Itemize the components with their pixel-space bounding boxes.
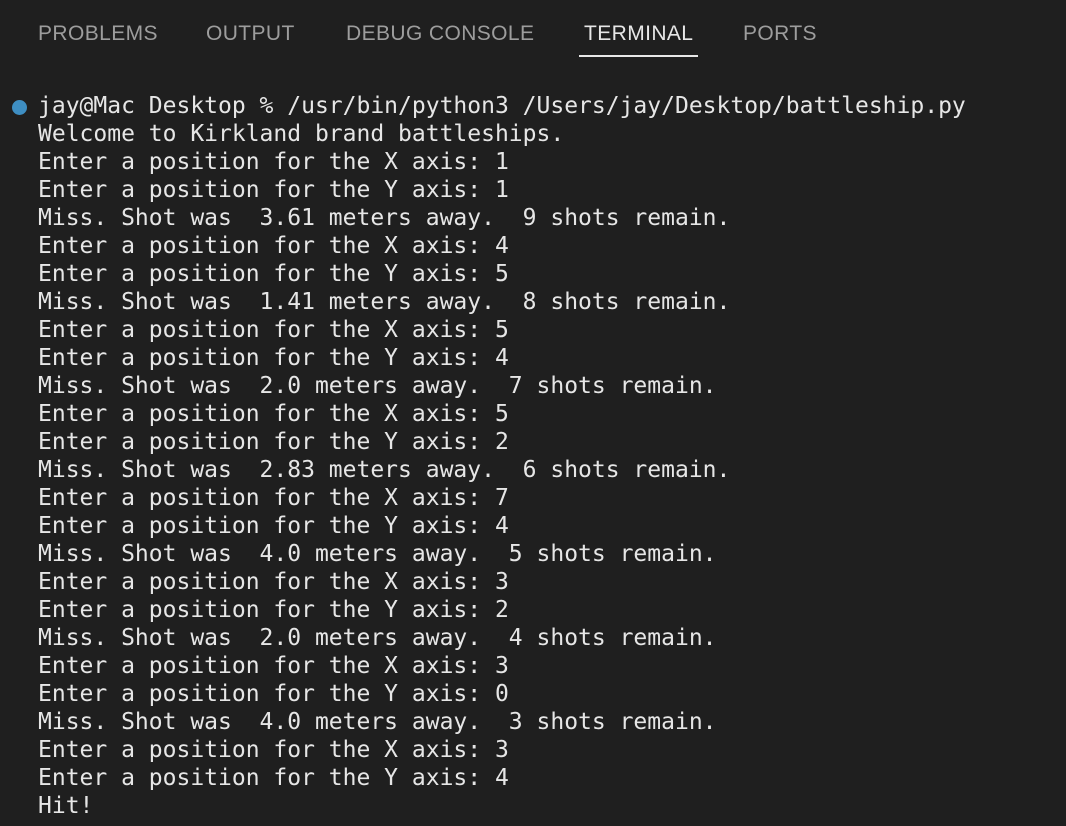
panel-tab-bar: PROBLEMS OUTPUT DEBUG CONSOLE TERMINAL P…: [0, 0, 1066, 70]
terminal-line: Miss. Shot was 4.0 meters away. 3 shots …: [38, 709, 717, 735]
terminal-line: Miss. Shot was 2.0 meters away. 7 shots …: [38, 373, 717, 399]
terminal-line: Enter a position for the X axis: 3: [38, 737, 509, 763]
terminal-line: Welcome to Kirkland brand battleships.: [38, 121, 565, 147]
terminal-line: Hit!: [38, 793, 94, 819]
terminal-line: Enter a position for the Y axis: 2: [38, 429, 509, 455]
terminal-line: Enter a position for the X axis: 5: [38, 317, 509, 343]
terminal-line: Miss. Shot was 3.61 meters away. 9 shots…: [38, 205, 731, 231]
command-status-icon: [12, 100, 27, 115]
terminal-line: Enter a position for the X axis: 4: [38, 233, 509, 259]
terminal-line: Enter a position for the Y axis: 0: [38, 681, 509, 707]
terminal-line: Miss. Shot was 2.0 meters away. 4 shots …: [38, 625, 717, 651]
terminal-line: Enter a position for the Y axis: 4: [38, 345, 509, 371]
terminal-line: Enter a position for the X axis: 1: [38, 149, 509, 175]
terminal-output[interactable]: jay@Mac Desktop % /usr/bin/python3 /User…: [0, 92, 1066, 826]
tab-problems[interactable]: PROBLEMS: [38, 22, 158, 58]
terminal-line: Enter a position for the X axis: 3: [38, 653, 509, 679]
terminal-line: Miss. Shot was 2.83 meters away. 6 shots…: [38, 457, 731, 483]
terminal-command-line: jay@Mac Desktop % /usr/bin/python3 /User…: [38, 93, 966, 119]
tab-debug-console[interactable]: DEBUG CONSOLE: [346, 22, 534, 58]
terminal-line: Enter a position for the X axis: 3: [38, 569, 509, 595]
tab-ports[interactable]: PORTS: [743, 22, 817, 58]
terminal-line: Enter a position for the Y axis: 2: [38, 597, 509, 623]
terminal-line: Enter a position for the X axis: 7: [38, 485, 509, 511]
terminal-line: Miss. Shot was 4.0 meters away. 5 shots …: [38, 541, 717, 567]
tab-output[interactable]: OUTPUT: [206, 22, 295, 58]
terminal-line: Enter a position for the Y axis: 4: [38, 513, 509, 539]
terminal-line: Enter a position for the Y axis: 1: [38, 177, 509, 203]
terminal-panel: PROBLEMS OUTPUT DEBUG CONSOLE TERMINAL P…: [0, 0, 1066, 826]
terminal-line: Enter a position for the X axis: 5: [38, 401, 509, 427]
terminal-line: Miss. Shot was 1.41 meters away. 8 shots…: [38, 289, 731, 315]
terminal-line: Enter a position for the Y axis: 5: [38, 261, 509, 287]
tab-terminal[interactable]: TERMINAL: [578, 22, 699, 58]
terminal-line: Enter a position for the Y axis: 4: [38, 765, 509, 791]
